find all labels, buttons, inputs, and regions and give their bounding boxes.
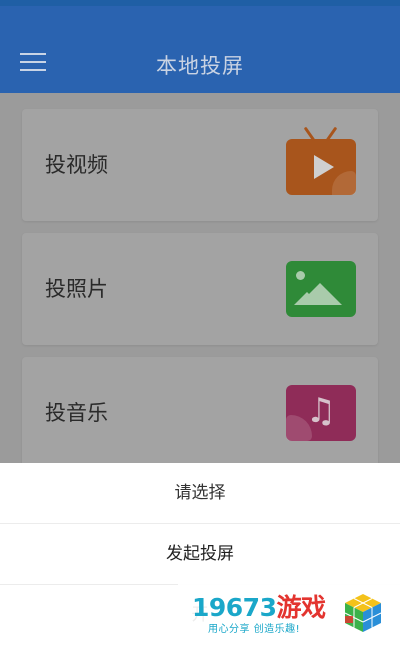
cast-options: 投视频 投照片 投音乐 ♫ [0, 93, 400, 469]
watermark-suffix: 游戏 [276, 593, 326, 622]
watermark-tagline: 用心分享 创造乐趣! [208, 624, 301, 635]
card-cast-photo[interactable]: 投照片 [22, 233, 378, 345]
app-bar: 本地投屏 [0, 6, 400, 93]
music-note-icon: ♫ [286, 385, 356, 441]
tv-video-icon [286, 126, 356, 195]
watermark-number: 19673 [192, 593, 277, 622]
screen: 本地投屏 投视频 投照片 投音乐 ♫ 请选择 发起投屏 19673游戏 用心分享… [0, 0, 400, 650]
sheet-title: 请选择 [174, 483, 226, 503]
page-title: 本地投屏 [156, 54, 244, 78]
photo-icon [286, 261, 356, 317]
watermark-brand: 19673游戏 [192, 588, 326, 624]
card-label: 投音乐 [45, 401, 108, 425]
start-cast-option[interactable]: 发起投屏 [0, 524, 400, 585]
card-cast-video[interactable]: 投视频 [22, 109, 378, 221]
card-label: 投视频 [45, 153, 108, 177]
colorful-cube-logo [344, 594, 382, 632]
card-label: 投照片 [45, 277, 108, 301]
card-cast-music[interactable]: 投音乐 ♫ [22, 357, 378, 469]
watermark: 19673游戏 用心分享 创造乐趣! [178, 580, 400, 650]
